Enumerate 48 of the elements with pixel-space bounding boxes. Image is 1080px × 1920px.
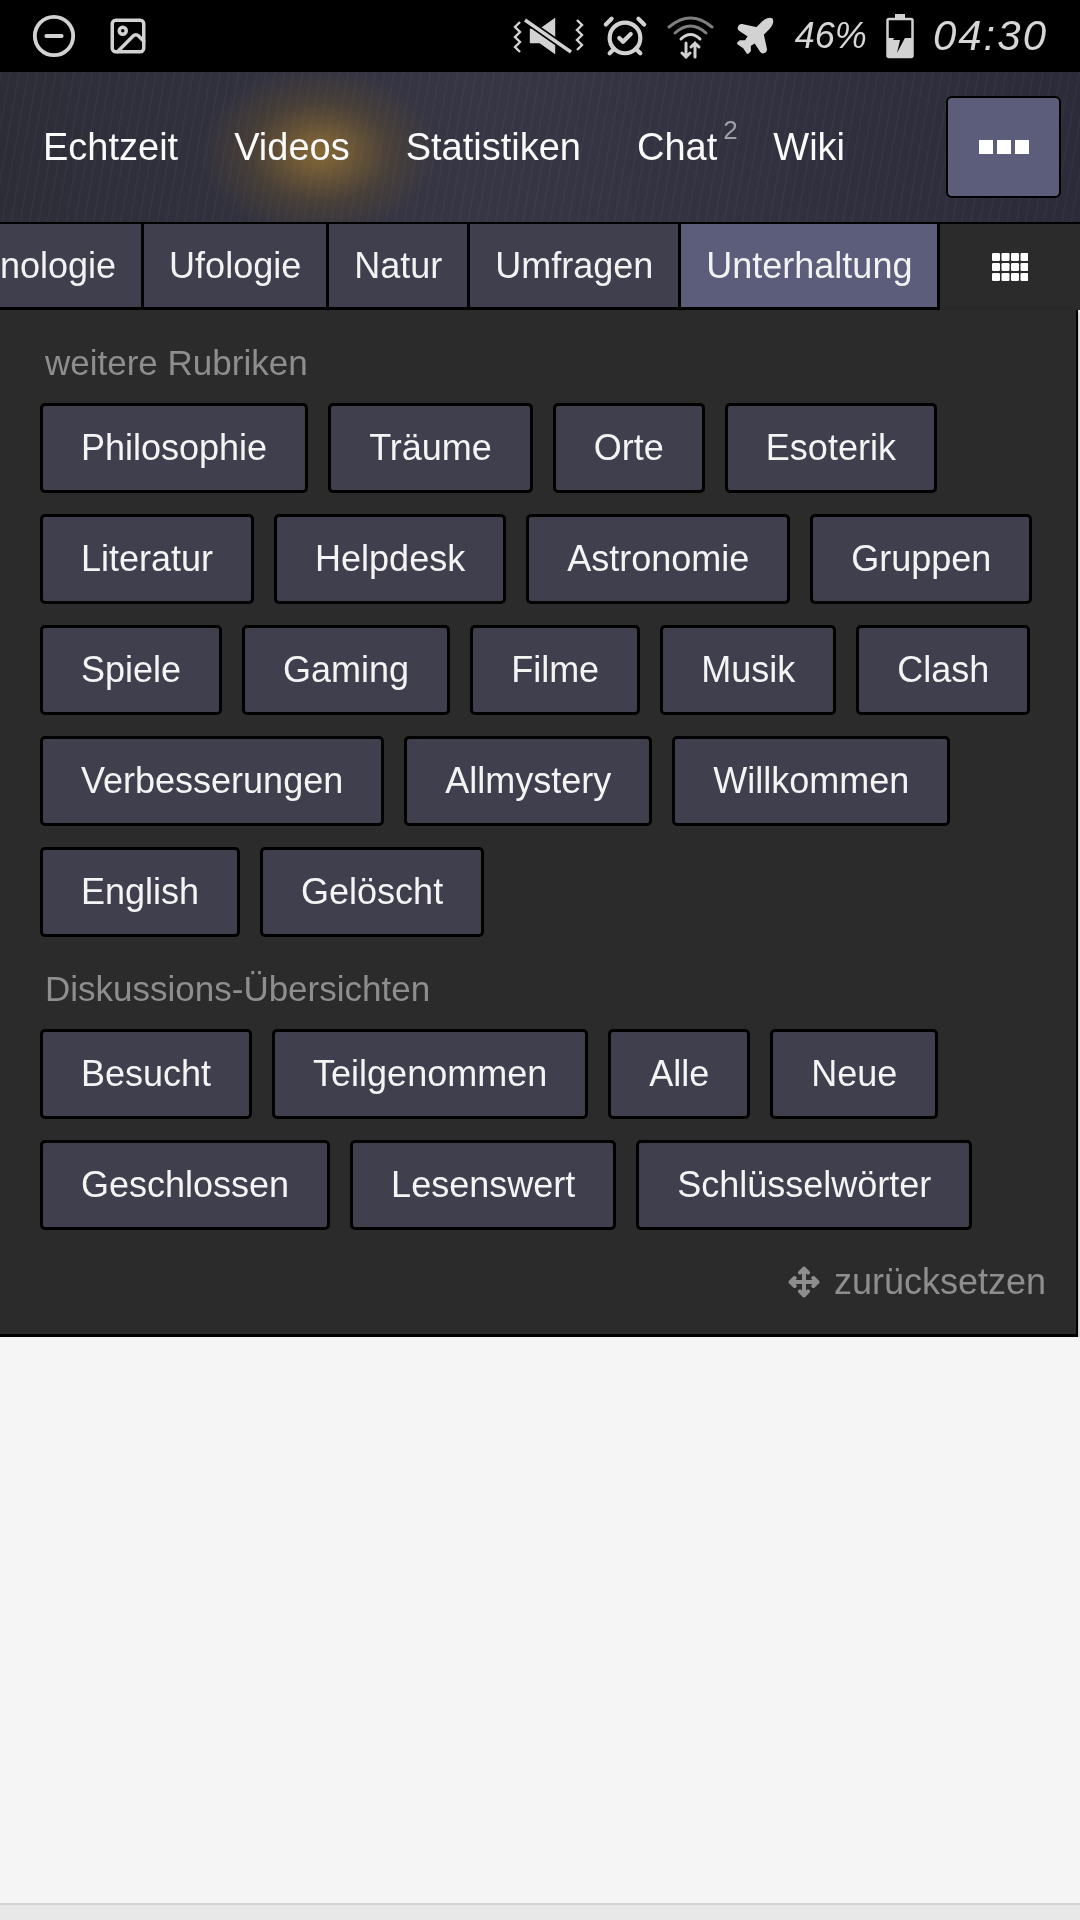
do-not-disturb-icon — [31, 13, 77, 59]
category-button[interactable]: English — [40, 847, 241, 937]
wifi-icon — [665, 13, 715, 59]
category-button[interactable]: Orte — [552, 403, 705, 493]
battery-percentage: 46% — [794, 14, 867, 58]
category-tab[interactable]: Umfragen — [470, 224, 682, 310]
category-button[interactable]: Alle — [608, 1029, 751, 1119]
more-icon — [978, 140, 1029, 154]
category-tab[interactable]: Ufologie — [144, 224, 330, 310]
battery-charging-icon — [884, 13, 915, 59]
category-button[interactable]: Astronomie — [526, 514, 791, 604]
category-button[interactable]: Geschlossen — [40, 1140, 331, 1230]
category-button[interactable]: Gruppen — [810, 514, 1033, 604]
unread-count: 2 — [723, 117, 738, 143]
section-title: Diskussions-Übersichten — [45, 969, 432, 1009]
more-button[interactable] — [946, 96, 1061, 198]
category-button[interactable]: Musik — [660, 625, 837, 715]
category-button[interactable]: Neue — [770, 1029, 939, 1119]
category-button[interactable]: Schlüsselwörter — [636, 1140, 973, 1230]
category-button[interactable]: Esoterik — [724, 403, 937, 493]
category-button[interactable]: Literatur — [40, 514, 255, 604]
category-button[interactable]: Allmystery — [404, 736, 653, 826]
category-button[interactable]: Gaming — [242, 625, 451, 715]
category-button[interactable]: Spiele — [40, 625, 223, 715]
category-tab[interactable]: nologie — [0, 224, 145, 310]
category-button[interactable]: Willkommen — [672, 736, 951, 826]
category-button[interactable]: Gelöscht — [260, 847, 485, 937]
category-button[interactable]: Helpdesk — [274, 514, 507, 604]
nav-link[interactable]: Wiki — [773, 125, 846, 169]
section-title: weitere Rubriken — [45, 343, 309, 383]
category-button[interactable]: Besucht — [40, 1029, 253, 1119]
move-icon — [787, 1266, 820, 1298]
category-tab[interactable]: Natur — [329, 224, 471, 310]
category-tab[interactable]: Unterhaltung — [681, 224, 941, 310]
category-button[interactable]: Clash — [856, 625, 1031, 715]
category-button[interactable]: Verbesserungen — [40, 736, 385, 826]
nav-link[interactable]: Statistiken — [405, 125, 581, 169]
category-button[interactable]: Träume — [328, 403, 533, 493]
nav-link[interactable]: Echtzeit — [43, 125, 179, 169]
grid-icon[interactable] — [991, 253, 1029, 281]
category-button[interactable]: Lesenswert — [350, 1140, 617, 1230]
nav-link[interactable]: Videos — [234, 125, 350, 169]
category-button[interactable]: Philosophie — [40, 403, 309, 493]
vibrate-off-icon — [512, 18, 584, 54]
category-button[interactable]: Filme — [470, 625, 641, 715]
reset-link[interactable]: zurücksetzen — [787, 1262, 1046, 1302]
category-button[interactable]: Teilgenommen — [272, 1029, 589, 1119]
clock-time: 04:30 — [932, 13, 1048, 59]
